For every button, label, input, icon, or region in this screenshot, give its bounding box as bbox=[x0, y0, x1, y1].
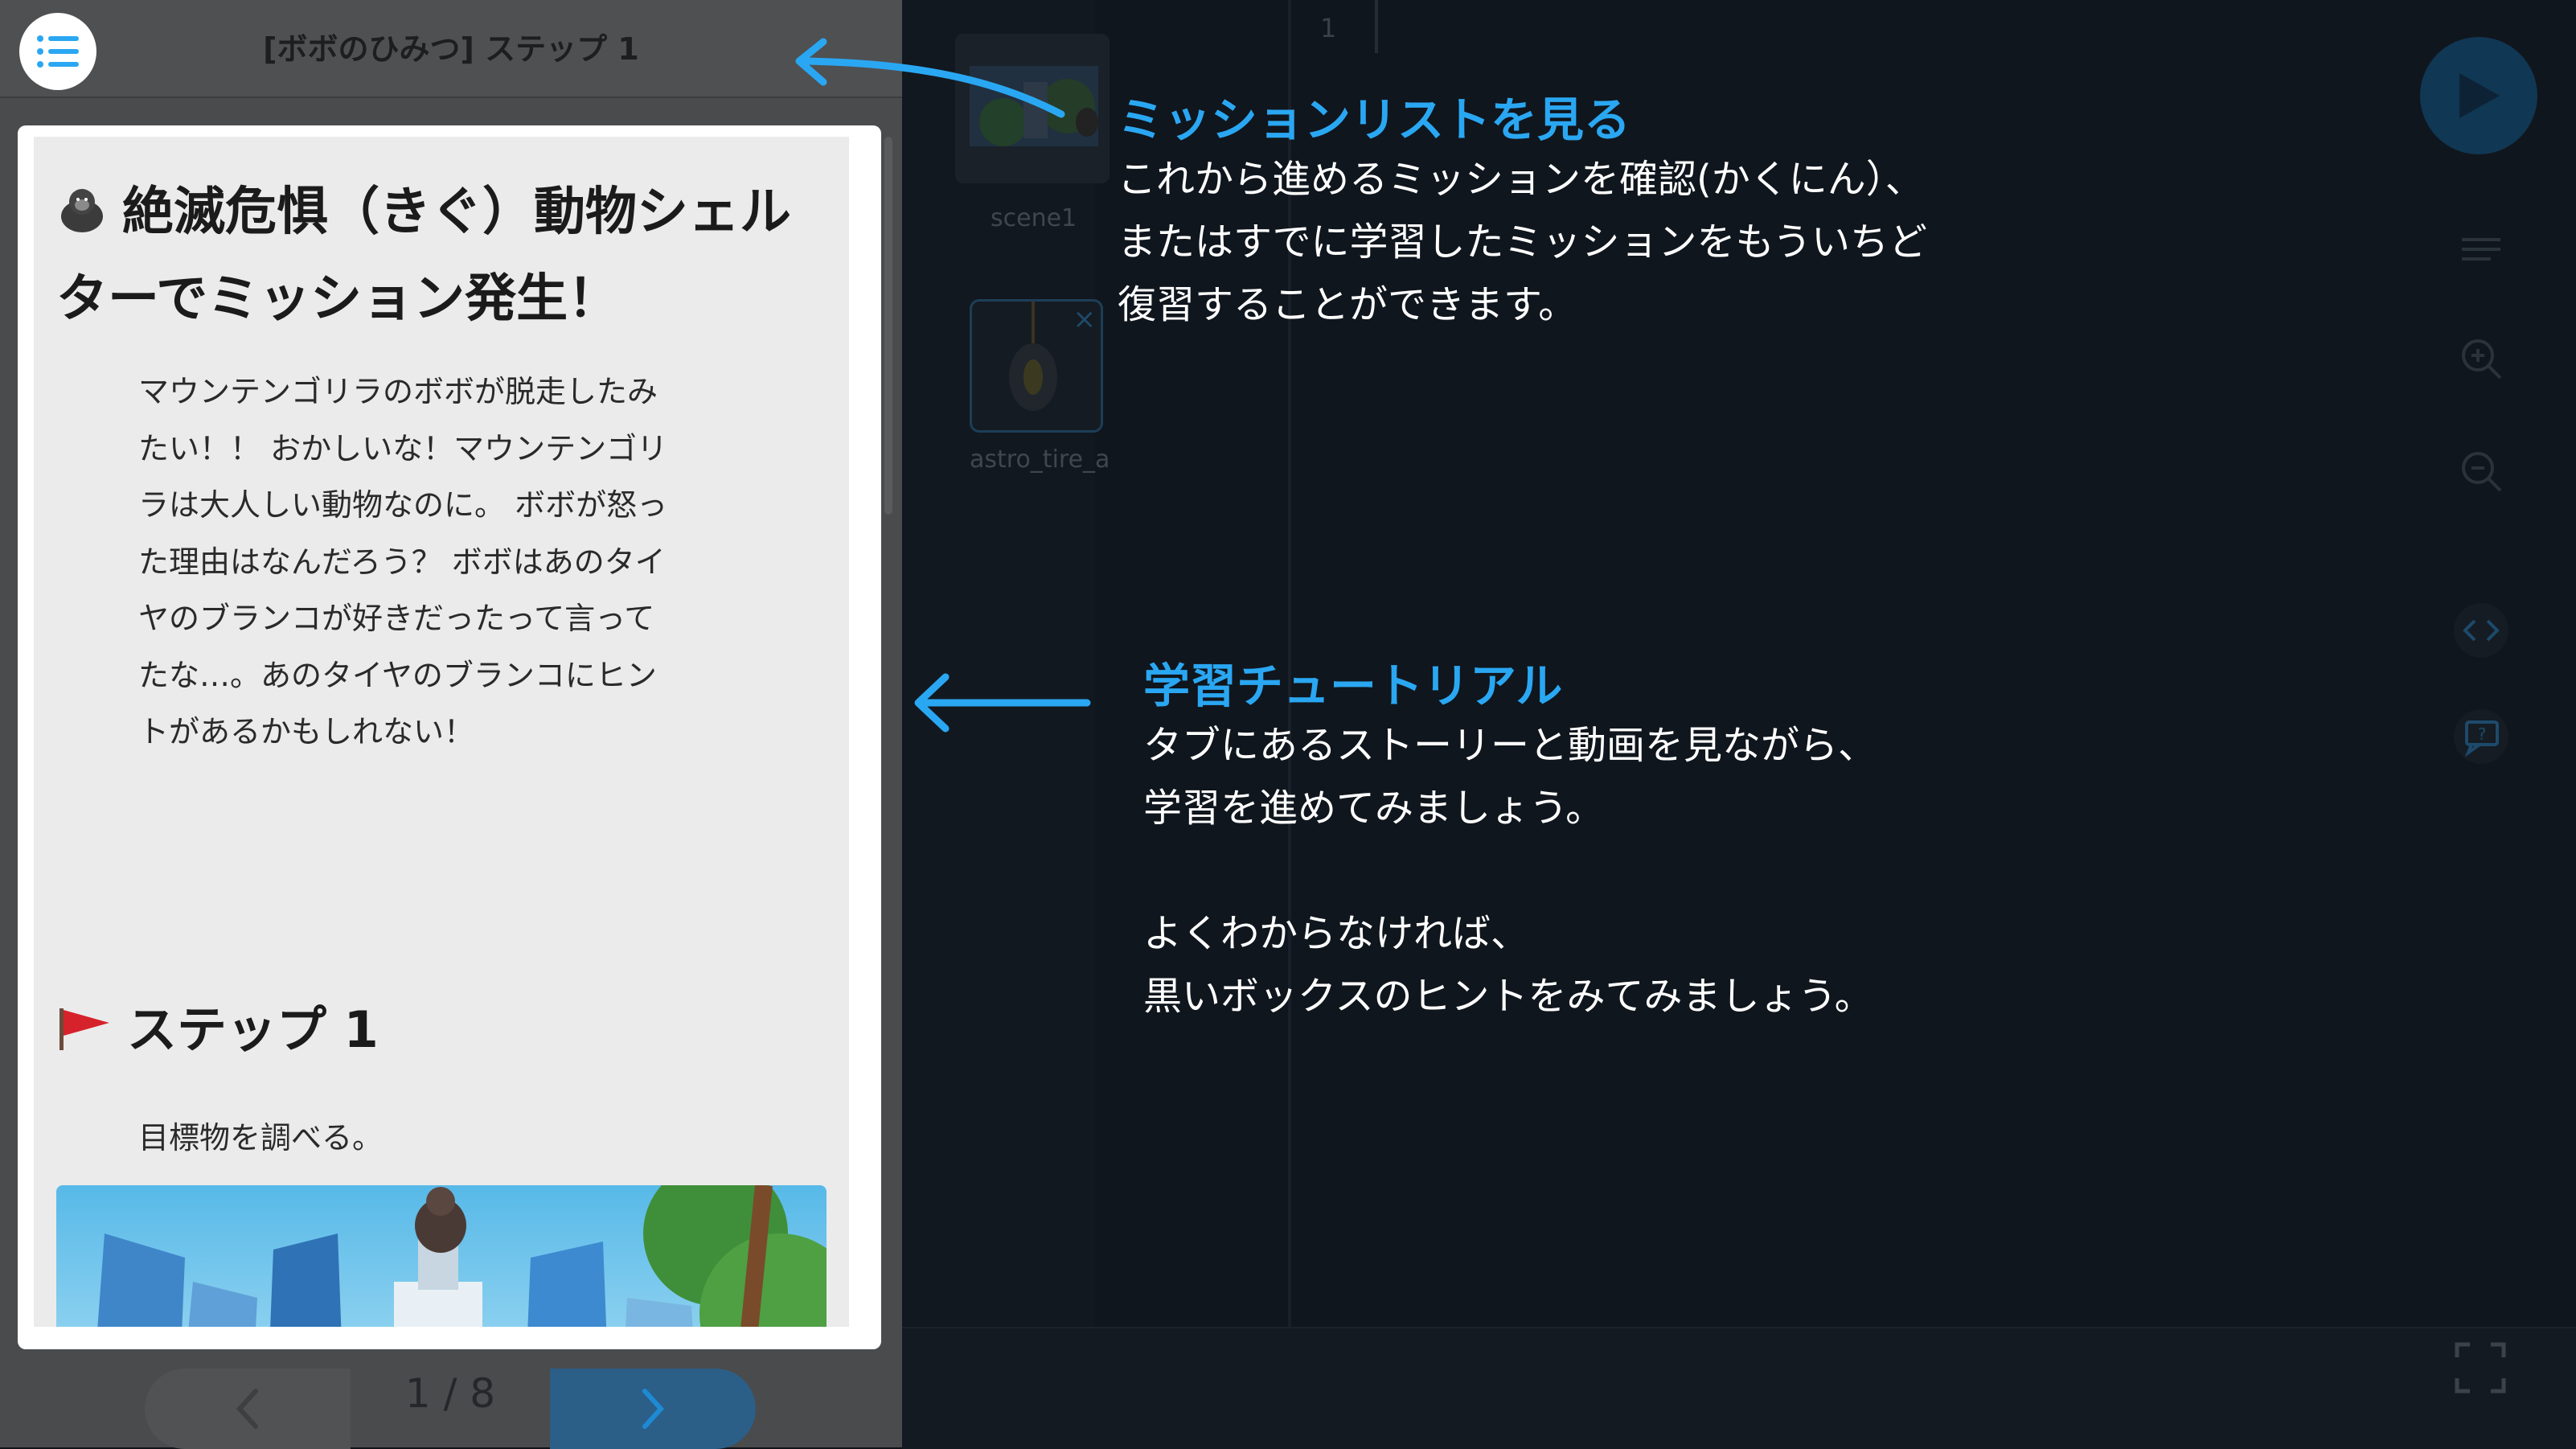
arrow-to-tutorial bbox=[914, 673, 1091, 733]
editor-bottom-bar bbox=[902, 1327, 2576, 1449]
arrow-to-mission-list bbox=[795, 38, 1065, 118]
close-icon[interactable]: × bbox=[1073, 303, 1097, 335]
step-heading-text: ステップ 1 bbox=[127, 1000, 379, 1059]
prev-page-button[interactable] bbox=[145, 1369, 351, 1449]
story-text: マウンテンゴリラのボボが脱走したみ たい！！ おかしいな！マウンテンゴリ ラは大… bbox=[138, 374, 668, 749]
fullscreen-icon[interactable] bbox=[2454, 1341, 2507, 1394]
page-indicator: 1 / 8 bbox=[404, 1370, 496, 1417]
editor-divider bbox=[1375, 0, 1378, 53]
mission-list-annotation-title: ミッションリストを見る bbox=[1118, 92, 1631, 147]
story-card: 絶滅危惧（きぐ）動物シェルターでミッション発生！ マウンテンゴリラのボボが脱走し… bbox=[18, 125, 881, 1349]
code-icon[interactable] bbox=[2452, 601, 2510, 659]
gorilla-icon bbox=[61, 189, 103, 232]
pager: 1 / 8 bbox=[0, 1349, 902, 1449]
tutorial-annotation-text: タブにあるストーリーと動画を見ながら、 学習を進めてみましょう。 よくわからなけ… bbox=[1143, 723, 1877, 1019]
flag-icon bbox=[59, 1008, 109, 1050]
play-icon bbox=[2459, 73, 2500, 118]
mission-list-button[interactable] bbox=[19, 13, 96, 90]
next-page-button[interactable] bbox=[550, 1369, 756, 1449]
panel-header: [ボボのひみつ] ステップ 1 bbox=[0, 0, 902, 98]
panel-title: [ボボのひみつ] ステップ 1 bbox=[263, 31, 639, 67]
chevron-left-icon bbox=[236, 1389, 258, 1429]
menu-lines-icon[interactable] bbox=[2459, 230, 2504, 275]
story-card-content[interactable]: 絶滅危惧（きぐ）動物シェルターでミッション発生！ マウンテンゴリラのボボが脱走し… bbox=[34, 137, 849, 1327]
list-icon bbox=[37, 35, 79, 68]
sprite-name-astro-tire: astro_tire_a bbox=[970, 445, 1110, 474]
zoom-out-icon[interactable] bbox=[2459, 449, 2504, 494]
sprite-name-scene1: scene1 bbox=[991, 204, 1077, 232]
run-button[interactable] bbox=[2420, 37, 2537, 154]
step-illustration bbox=[56, 1185, 827, 1327]
sprite-column bbox=[902, 0, 1095, 1327]
chevron-right-icon bbox=[642, 1389, 665, 1429]
tutorial-panel: [ボボのひみつ] ステップ 1 絶滅危惧（きぐ）動物シェルターでミッション発生！… bbox=[0, 0, 902, 1449]
scrollbar[interactable] bbox=[884, 137, 892, 515]
story-title-text: 絶滅危惧（きぐ）動物シェルターでミッション発生！ bbox=[56, 183, 791, 329]
step-heading: ステップ 1 bbox=[56, 989, 379, 1061]
step-description: 目標物を調べる。 bbox=[138, 1120, 384, 1156]
line-number: 1 bbox=[1320, 13, 1337, 43]
zoom-in-icon[interactable] bbox=[2459, 336, 2504, 381]
sprite-astro-tire[interactable]: × bbox=[970, 299, 1103, 433]
help-icon[interactable]: ? bbox=[2452, 708, 2510, 766]
svg-text:?: ? bbox=[2478, 724, 2487, 744]
story-title: 絶滅危惧（きぐ）動物シェルターでミッション発生！ bbox=[56, 169, 828, 343]
mission-list-annotation-text: これから進めるミッションを確認(かくにん）、 またはすでに学習したミッションをも… bbox=[1118, 157, 1928, 327]
tutorial-annotation-title: 学習チュートリアル bbox=[1143, 659, 1563, 713]
